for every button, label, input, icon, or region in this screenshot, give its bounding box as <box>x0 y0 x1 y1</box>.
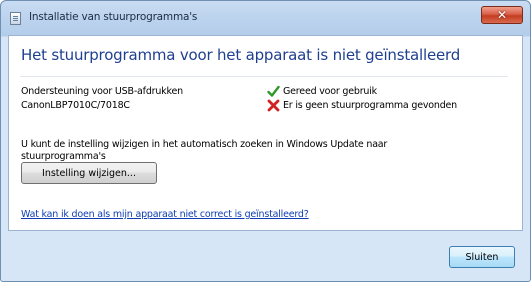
check-icon <box>267 85 280 97</box>
close-button[interactable]: Sluiten <box>449 246 515 268</box>
window-title: Installatie van stuurprogramma's <box>29 11 198 23</box>
main-instruction: Het stuurprogramma voor het apparaat is … <box>21 46 461 64</box>
help-link[interactable]: Wat kan ik doen als mijn apparaat niet c… <box>21 209 309 220</box>
divider <box>20 76 508 77</box>
error-x-icon <box>267 99 280 112</box>
close-icon: ✕ <box>496 8 508 22</box>
device-name-usb: Ondersteuning voor USB-afdrukken <box>21 86 183 97</box>
info-text-line-2: stuurprogramma's <box>21 151 106 162</box>
window-close-button[interactable]: ✕ <box>481 6 523 24</box>
info-text-line-1: U kunt de instelling wijzigen in het aut… <box>21 139 388 150</box>
driver-install-dialog: Installatie van stuurprogramma's ✕ Het s… <box>0 0 531 282</box>
device-status-printer: Er is geen stuurprogramma gevonden <box>283 100 457 111</box>
driver-install-icon <box>10 12 21 25</box>
dialog-content: Het stuurprogramma voor het apparaat is … <box>8 35 523 231</box>
device-status-usb: Gereed voor gebruik <box>283 86 377 97</box>
device-name-printer: CanonLBP7010C/7018C <box>21 100 130 111</box>
change-setting-button[interactable]: Instelling wijzigen... <box>21 162 157 184</box>
title-bar[interactable]: Installatie van stuurprogramma's ✕ <box>1 1 530 36</box>
